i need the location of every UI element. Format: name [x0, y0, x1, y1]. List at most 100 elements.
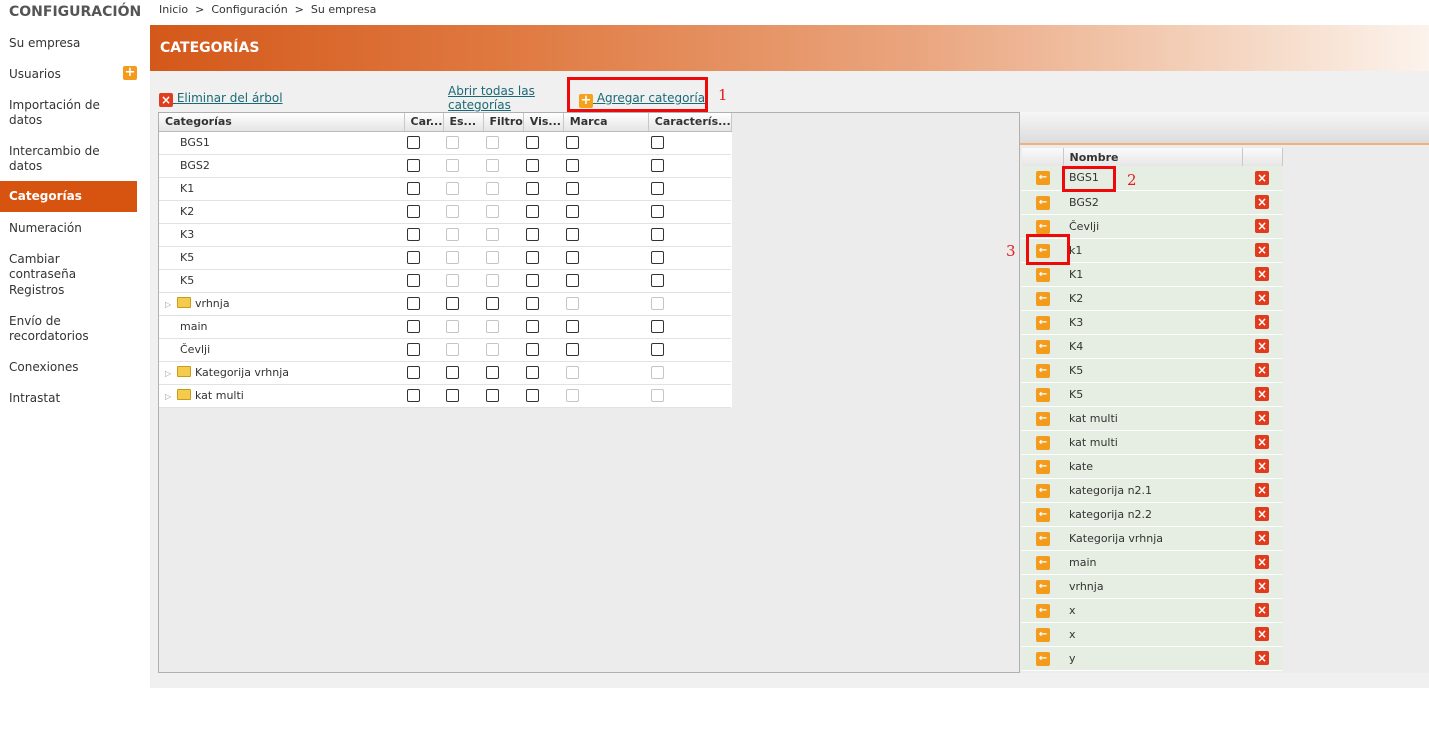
arrow-left-icon[interactable]: ← — [1036, 507, 1050, 522]
sidebar-item-numeracion[interactable]: Numeración — [0, 212, 137, 243]
checkbox[interactable] — [407, 136, 420, 150]
table-row[interactable]: ▷ kat multi — [159, 384, 732, 408]
table-row[interactable]: ▷ Kategorija vrhnja — [159, 361, 732, 385]
checkbox[interactable] — [526, 366, 540, 380]
arrow-left-icon[interactable]: ← — [1036, 531, 1050, 546]
sidebar-item-cambiar-contrasena[interactable]: Cambiar contraseña — [0, 243, 137, 281]
delete-icon[interactable]: × — [1255, 459, 1269, 473]
delete-tree-link[interactable]: × Eliminar del árbol — [159, 91, 283, 107]
checkbox[interactable] — [486, 297, 499, 311]
arrow-left-icon[interactable]: ← — [1036, 339, 1050, 354]
checkbox[interactable] — [566, 205, 580, 219]
breadcrumb-su-empresa[interactable]: Su empresa — [311, 3, 376, 16]
sidebar-item-usuarios[interactable]: Usuarios + — [0, 58, 137, 89]
checkbox[interactable] — [407, 251, 420, 265]
column-header-marca[interactable]: Marca — [563, 113, 649, 132]
table-row[interactable]: K3 — [159, 223, 732, 247]
checkbox[interactable] — [566, 136, 580, 150]
delete-icon[interactable]: × — [1255, 195, 1269, 209]
checkbox[interactable] — [651, 205, 665, 219]
checkbox[interactable] — [651, 228, 665, 242]
checkbox[interactable] — [526, 182, 540, 196]
delete-icon[interactable]: × — [1255, 531, 1269, 545]
checkbox[interactable] — [526, 389, 540, 403]
arrow-left-icon[interactable]: ← — [1036, 387, 1050, 402]
delete-icon[interactable]: × — [1255, 627, 1269, 641]
column-header-vis[interactable]: Vis... — [523, 113, 564, 132]
checkbox[interactable] — [407, 205, 420, 219]
delete-icon[interactable]: × — [1255, 411, 1269, 425]
sidebar-item-intercambio[interactable]: Intercambio de datos — [0, 135, 137, 181]
checkbox[interactable] — [526, 320, 540, 334]
arrow-left-icon[interactable]: ← — [1036, 483, 1050, 498]
column-header-es[interactable]: Es... — [443, 113, 484, 132]
breadcrumb-configuracion[interactable]: Configuración — [211, 3, 287, 16]
table-row[interactable]: K5 — [159, 246, 732, 270]
delete-icon[interactable]: × — [1255, 339, 1269, 353]
arrow-left-icon[interactable]: ← — [1036, 363, 1050, 378]
checkbox[interactable] — [446, 297, 459, 311]
table-row[interactable]: K2 — [159, 200, 732, 224]
checkbox[interactable] — [407, 274, 420, 288]
sidebar-item-registros[interactable]: Registros — [0, 274, 137, 305]
delete-icon[interactable]: × — [1255, 555, 1269, 569]
arrow-left-icon[interactable]: ← — [1036, 435, 1050, 450]
checkbox[interactable] — [407, 320, 420, 334]
delete-icon[interactable]: × — [1255, 435, 1269, 449]
checkbox[interactable] — [526, 274, 540, 288]
expand-triangle-icon[interactable]: ▷ — [165, 300, 177, 309]
arrow-left-icon[interactable]: ← — [1036, 555, 1050, 570]
checkbox[interactable] — [651, 320, 665, 334]
checkbox[interactable] — [651, 136, 665, 150]
checkbox[interactable] — [407, 159, 420, 173]
checkbox[interactable] — [651, 251, 665, 265]
arrow-left-icon[interactable]: ← — [1036, 627, 1050, 642]
table-row[interactable]: BGS1 — [159, 131, 732, 155]
arrow-left-icon[interactable]: ← — [1036, 267, 1050, 282]
delete-icon[interactable]: × — [1255, 315, 1269, 329]
checkbox[interactable] — [526, 205, 540, 219]
checkbox[interactable] — [651, 343, 665, 357]
delete-icon[interactable]: × — [1255, 243, 1269, 257]
arrow-left-icon[interactable]: ← — [1036, 171, 1050, 186]
arrow-left-icon[interactable]: ← — [1036, 219, 1050, 234]
expand-triangle-icon[interactable]: ▷ — [165, 392, 177, 401]
arrow-left-icon[interactable]: ← — [1036, 411, 1050, 426]
checkbox[interactable] — [566, 228, 580, 242]
checkbox[interactable] — [526, 343, 540, 357]
checkbox[interactable] — [407, 297, 420, 311]
checkbox[interactable] — [407, 389, 420, 403]
checkbox[interactable] — [407, 228, 420, 242]
sidebar-item-categorias[interactable]: Categorías — [0, 181, 137, 212]
table-row[interactable]: ▷ vrhnja — [159, 292, 732, 316]
breadcrumb-inicio[interactable]: Inicio — [159, 3, 188, 16]
table-row[interactable]: main — [159, 315, 732, 339]
sidebar-item-envio-recordatorios[interactable]: Envío de recordatorios — [0, 305, 137, 351]
delete-icon[interactable]: × — [1255, 291, 1269, 305]
table-row[interactable]: K1 — [159, 177, 732, 201]
column-header-car[interactable]: Car... — [404, 113, 444, 132]
checkbox[interactable] — [566, 320, 580, 334]
checkbox[interactable] — [446, 389, 459, 403]
checkbox[interactable] — [526, 228, 540, 242]
expand-triangle-icon[interactable]: ▷ — [165, 369, 177, 378]
checkbox[interactable] — [486, 366, 499, 380]
delete-icon[interactable]: × — [1255, 219, 1269, 233]
checkbox[interactable] — [566, 159, 580, 173]
arrow-left-icon[interactable]: ← — [1036, 315, 1050, 330]
arrow-left-icon[interactable]: ← — [1036, 195, 1050, 210]
sidebar-item-importacion[interactable]: Importación de datos — [0, 89, 137, 135]
table-row[interactable]: Čevlji — [159, 338, 732, 362]
checkbox[interactable] — [566, 343, 580, 357]
checkbox[interactable] — [566, 251, 580, 265]
checkbox[interactable] — [446, 366, 459, 380]
table-row[interactable]: K5 — [159, 269, 732, 293]
arrow-left-icon[interactable]: ← — [1036, 579, 1050, 594]
checkbox[interactable] — [566, 182, 580, 196]
sidebar-item-su-empresa[interactable]: Su empresa — [0, 27, 137, 58]
checkbox[interactable] — [526, 136, 540, 150]
checkbox[interactable] — [526, 159, 540, 173]
checkbox[interactable] — [407, 343, 420, 357]
delete-icon[interactable]: × — [1255, 651, 1269, 665]
checkbox[interactable] — [526, 251, 540, 265]
